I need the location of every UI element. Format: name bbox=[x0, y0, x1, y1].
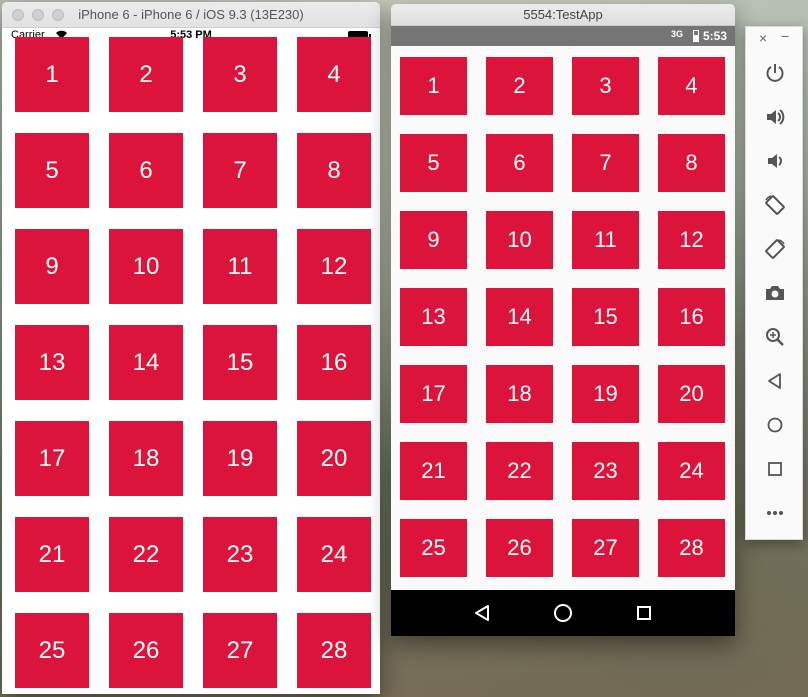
status-time: 5:53 bbox=[702, 29, 727, 43]
rotate-right-icon[interactable] bbox=[760, 234, 790, 264]
grid-tile: 3 bbox=[572, 57, 639, 115]
grid-tile: 11 bbox=[203, 229, 277, 304]
grid-tile: 24 bbox=[658, 442, 725, 500]
grid-tile: 5 bbox=[400, 134, 467, 192]
ios-window-title: iPhone 6 - iPhone 6 / iOS 9.3 (13E230) bbox=[78, 7, 304, 22]
back-icon[interactable] bbox=[468, 599, 496, 627]
overview-icon[interactable] bbox=[630, 599, 658, 627]
grid-tile: 8 bbox=[297, 133, 371, 208]
grid-tile: 3 bbox=[203, 37, 277, 112]
grid-tile: 20 bbox=[658, 365, 725, 423]
grid-tile: 26 bbox=[109, 613, 183, 688]
grid-tile: 9 bbox=[15, 229, 89, 304]
grid-tile: 18 bbox=[486, 365, 553, 423]
ios-tile-grid: 1 2 3 4 5 6 7 8 9 10 11 12 13 14 15 16 17 18 19 20 21 22 23 24 2… bbox=[15, 37, 372, 688]
grid-tile: 5 bbox=[15, 133, 89, 208]
android-tile-grid: 1 2 3 4 5 6 7 8 9 10 11 12 13 14 15 16 17 18 19 20 21 22 23 24 2… bbox=[400, 57, 725, 577]
grid-tile: 11 bbox=[572, 211, 639, 269]
overview-icon[interactable] bbox=[760, 454, 790, 484]
grid-tile: 24 bbox=[297, 517, 371, 592]
grid-tile: 14 bbox=[109, 325, 183, 400]
more-icon[interactable] bbox=[760, 498, 790, 528]
emulator-toolbar: × − bbox=[745, 26, 803, 540]
grid-tile: 19 bbox=[572, 365, 639, 423]
android-emulator-window: 5554:TestApp 3G 5:53 1 2 3 4 5 6 7 8 9 10 11 12 13 14… bbox=[391, 4, 735, 636]
close-icon[interactable]: × bbox=[759, 30, 767, 46]
grid-tile: 28 bbox=[658, 519, 725, 577]
grid-tile: 25 bbox=[15, 613, 89, 688]
volume-up-icon[interactable] bbox=[760, 102, 790, 132]
grid-tile: 23 bbox=[203, 517, 277, 592]
rotate-left-icon[interactable] bbox=[760, 190, 790, 220]
grid-tile: 1 bbox=[15, 37, 89, 112]
close-window-button[interactable] bbox=[12, 9, 24, 21]
grid-tile: 10 bbox=[109, 229, 183, 304]
grid-tile: 13 bbox=[400, 288, 467, 346]
grid-tile: 18 bbox=[109, 421, 183, 496]
grid-tile: 23 bbox=[572, 442, 639, 500]
grid-tile: 8 bbox=[658, 134, 725, 192]
grid-tile: 20 bbox=[297, 421, 371, 496]
power-icon[interactable] bbox=[760, 58, 790, 88]
grid-tile: 27 bbox=[203, 613, 277, 688]
grid-tile: 15 bbox=[203, 325, 277, 400]
grid-tile: 28 bbox=[297, 613, 371, 688]
grid-tile: 22 bbox=[486, 442, 553, 500]
volume-down-icon[interactable] bbox=[760, 146, 790, 176]
grid-tile: 12 bbox=[297, 229, 371, 304]
grid-tile: 17 bbox=[15, 421, 89, 496]
grid-tile: 9 bbox=[400, 211, 467, 269]
minimize-icon[interactable]: − bbox=[781, 28, 789, 44]
grid-tile: 25 bbox=[400, 519, 467, 577]
ios-title-bar[interactable]: iPhone 6 - iPhone 6 / iOS 9.3 (13E230) bbox=[2, 2, 380, 28]
back-icon[interactable] bbox=[760, 366, 790, 396]
window-controls bbox=[12, 9, 64, 21]
zoom-window-button[interactable] bbox=[52, 9, 64, 21]
grid-tile: 6 bbox=[486, 134, 553, 192]
android-title-bar[interactable]: 5554:TestApp bbox=[391, 4, 735, 26]
grid-tile: 12 bbox=[658, 211, 725, 269]
grid-tile: 17 bbox=[400, 365, 467, 423]
grid-tile: 7 bbox=[203, 133, 277, 208]
grid-tile: 21 bbox=[400, 442, 467, 500]
grid-tile: 4 bbox=[297, 37, 371, 112]
grid-tile: 16 bbox=[658, 288, 725, 346]
grid-tile: 2 bbox=[109, 37, 183, 112]
camera-icon[interactable] bbox=[760, 278, 790, 308]
grid-tile: 16 bbox=[297, 325, 371, 400]
home-icon[interactable] bbox=[549, 599, 577, 627]
zoom-icon[interactable] bbox=[760, 322, 790, 352]
signal-icon: 3G bbox=[670, 29, 683, 39]
grid-tile: 2 bbox=[486, 57, 553, 115]
grid-tile: 21 bbox=[15, 517, 89, 592]
grid-tile: 4 bbox=[658, 57, 725, 115]
grid-tile: 26 bbox=[486, 519, 553, 577]
grid-tile: 7 bbox=[572, 134, 639, 192]
grid-tile: 1 bbox=[400, 57, 467, 115]
grid-tile: 10 bbox=[486, 211, 553, 269]
grid-tile: 15 bbox=[572, 288, 639, 346]
battery-icon bbox=[693, 30, 699, 42]
grid-tile: 22 bbox=[109, 517, 183, 592]
ios-simulator-window: iPhone 6 - iPhone 6 / iOS 9.3 (13E230) C… bbox=[2, 2, 380, 694]
grid-tile: 14 bbox=[486, 288, 553, 346]
minimize-window-button[interactable] bbox=[32, 9, 44, 21]
home-icon[interactable] bbox=[760, 410, 790, 440]
android-window-title: 5554:TestApp bbox=[523, 7, 603, 22]
grid-tile: 6 bbox=[109, 133, 183, 208]
grid-tile: 27 bbox=[572, 519, 639, 577]
grid-tile: 13 bbox=[15, 325, 89, 400]
android-status-bar: 3G 5:53 bbox=[391, 26, 735, 46]
grid-tile: 19 bbox=[203, 421, 277, 496]
android-nav-bar bbox=[391, 590, 735, 636]
